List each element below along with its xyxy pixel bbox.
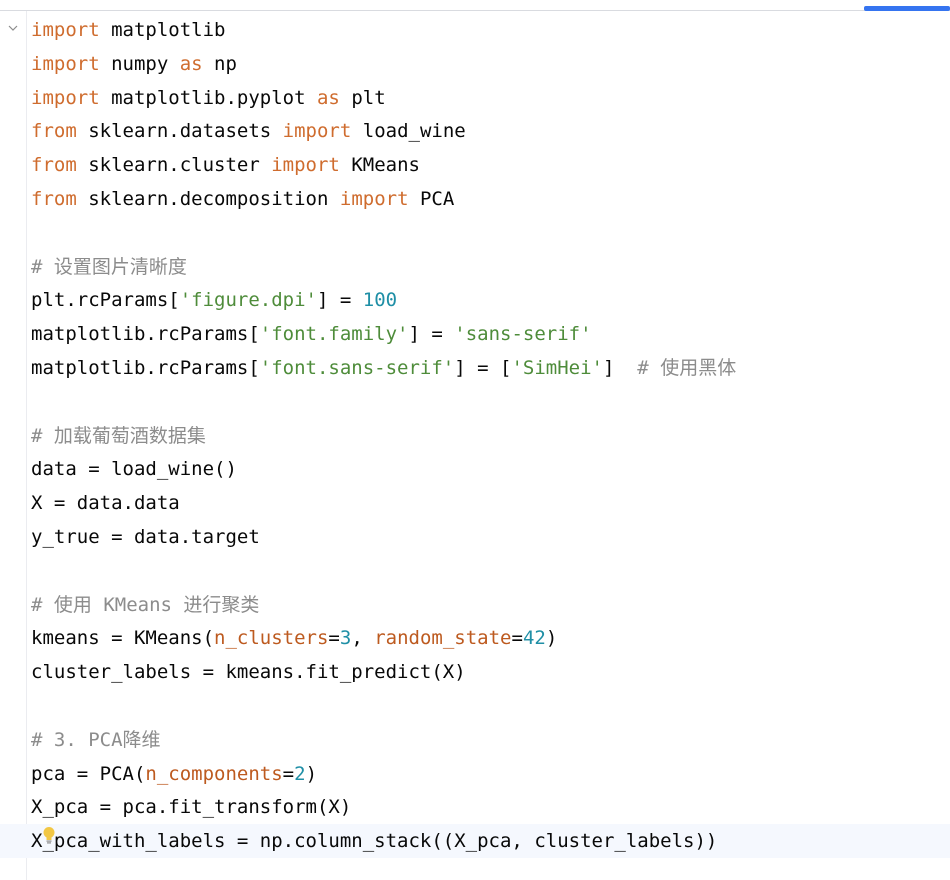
code-token: 'figure.dpi' [179, 289, 317, 312]
code-token: plt.rcParams[ [31, 289, 180, 312]
code-token: import [271, 154, 340, 177]
code-token: random_state [374, 627, 512, 650]
code-token: 设置图片清晰度 [53, 255, 187, 278]
code-token: sklearn.decomposition [76, 187, 340, 210]
code-token: matplotlib [99, 19, 226, 41]
code-line[interactable]: import numpy as np [31, 48, 950, 82]
code-token: = [282, 762, 295, 785]
chevron-down-icon[interactable] [6, 22, 20, 36]
code-token: KMeans [91, 593, 184, 616]
code-line[interactable]: y_true = data.target [31, 521, 950, 555]
code-token: ] = [408, 323, 455, 346]
code-token: import [31, 52, 100, 75]
code-token: numpy [99, 52, 180, 75]
code-line[interactable]: matplotlib.rcParams['font.sans-serif'] =… [31, 352, 950, 386]
code-line[interactable] [31, 386, 950, 420]
code-token: X_pca_with_labels = np.column_stack((X_p… [31, 830, 718, 853]
code-token: import [31, 86, 100, 109]
code-line[interactable]: X_pca = pca.fit_transform(X) [31, 791, 950, 825]
code-content[interactable]: import matplotlib import numpy as np impor… [31, 14, 950, 859]
code-token: matplotlib.rcParams[ [31, 356, 260, 379]
code-line[interactable]: # 加载葡萄酒数据集 [31, 420, 950, 454]
code-line[interactable]: matplotlib.rcParams['font.family'] = 'sa… [31, 318, 950, 352]
code-token: as [179, 52, 203, 75]
code-token: X_pca = pca.fit_transform(X) [31, 796, 352, 819]
code-token: ] = [ [454, 356, 512, 379]
code-token: ) [305, 762, 318, 785]
code-line[interactable]: from sklearn.decomposition import PCA [31, 183, 950, 217]
gutter-divider [26, 11, 27, 880]
code-token: 进行聚类 [183, 593, 260, 616]
code-token: 使用黑体 [660, 356, 737, 379]
code-token: 加载葡萄酒数据集 [53, 424, 206, 447]
code-token: # [31, 255, 54, 278]
code-line[interactable]: from sklearn.datasets import load_wine [31, 115, 950, 149]
code-token: 降维 [122, 728, 161, 751]
code-line[interactable] [31, 690, 950, 724]
code-token: np [202, 52, 237, 75]
code-line[interactable]: data = load_wine() [31, 453, 950, 487]
code-token: 100 [362, 289, 398, 312]
code-line[interactable]: X = data.data [31, 487, 950, 521]
code-token: pca = PCA( [31, 762, 146, 785]
code-token: 42 [522, 627, 546, 650]
editor-tab-strip [0, 0, 950, 11]
scroll-position-indicator[interactable] [864, 6, 950, 11]
code-line[interactable]: # 设置图片清晰度 [31, 251, 950, 285]
code-token: y_true = data.target [31, 525, 260, 548]
code-token: sklearn.cluster [76, 154, 272, 177]
code-token: n_clusters [214, 627, 329, 650]
code-line[interactable]: from sklearn.cluster import KMeans [31, 149, 950, 183]
code-token: KMeans [339, 154, 420, 177]
code-token: 2 [294, 762, 306, 785]
code-line[interactable]: plt.rcParams['figure.dpi'] = 100 [31, 284, 950, 318]
code-token: ] [602, 356, 638, 379]
code-token: import [31, 19, 100, 41]
code-token: 'SimHei' [511, 356, 603, 379]
code-token: 使用 [53, 593, 92, 616]
code-token: from [31, 187, 77, 210]
code-token: = [511, 627, 523, 650]
code-token: # [31, 424, 54, 447]
code-token: X = data.data [31, 492, 180, 515]
code-token: matplotlib.pyplot [99, 86, 317, 109]
code-line[interactable]: import matplotlib.pyplot as plt [31, 82, 950, 116]
code-token: from [31, 120, 77, 143]
code-line[interactable]: import matplotlib [31, 14, 950, 48]
code-token: # [637, 356, 661, 379]
code-token: , [351, 627, 375, 650]
code-token: load_wine [351, 120, 466, 143]
code-token: import [282, 120, 352, 143]
code-line[interactable]: pca = PCA(n_components=2) [31, 758, 950, 792]
code-token: as [316, 86, 340, 109]
code-token: 'sans-serif' [454, 323, 592, 346]
code-line[interactable]: kmeans = KMeans(n_clusters=3, random_sta… [31, 622, 950, 656]
code-line[interactable] [31, 555, 950, 589]
code-token: from [31, 154, 77, 177]
code-token: 'font.family' [259, 323, 409, 346]
code-token: cluster_labels = kmeans.fit_predict(X) [31, 661, 466, 684]
code-token: plt [339, 86, 386, 109]
code-token: matplotlib.rcParams[ [31, 323, 260, 346]
code-token: = [328, 627, 340, 650]
code-token: import [339, 187, 409, 210]
code-token: 'font.sans-serif' [259, 356, 455, 379]
code-token: # 3. PCA [31, 728, 123, 751]
code-token: # [31, 593, 54, 616]
lightbulb-icon[interactable] [42, 826, 56, 844]
code-token: 3 [339, 627, 352, 650]
code-token: data = load_wine() [31, 458, 237, 481]
code-token: ) [545, 627, 558, 650]
code-line[interactable]: X_pca_with_labels = np.column_stack((X_p… [31, 825, 950, 859]
code-token: sklearn.datasets [76, 120, 283, 143]
code-line[interactable]: cluster_labels = kmeans.fit_predict(X) [31, 656, 950, 690]
code-editor[interactable]: import matplotlib import numpy as np impor… [0, 0, 950, 880]
code-token: ] = [317, 289, 363, 312]
code-line[interactable] [31, 217, 950, 251]
code-token: PCA [408, 187, 455, 210]
code-line[interactable]: # 使用 KMeans 进行聚类 [31, 589, 950, 623]
code-line[interactable]: # 3. PCA降维 [31, 724, 950, 758]
code-token: kmeans = KMeans( [31, 627, 215, 650]
code-token: n_components [145, 762, 283, 785]
